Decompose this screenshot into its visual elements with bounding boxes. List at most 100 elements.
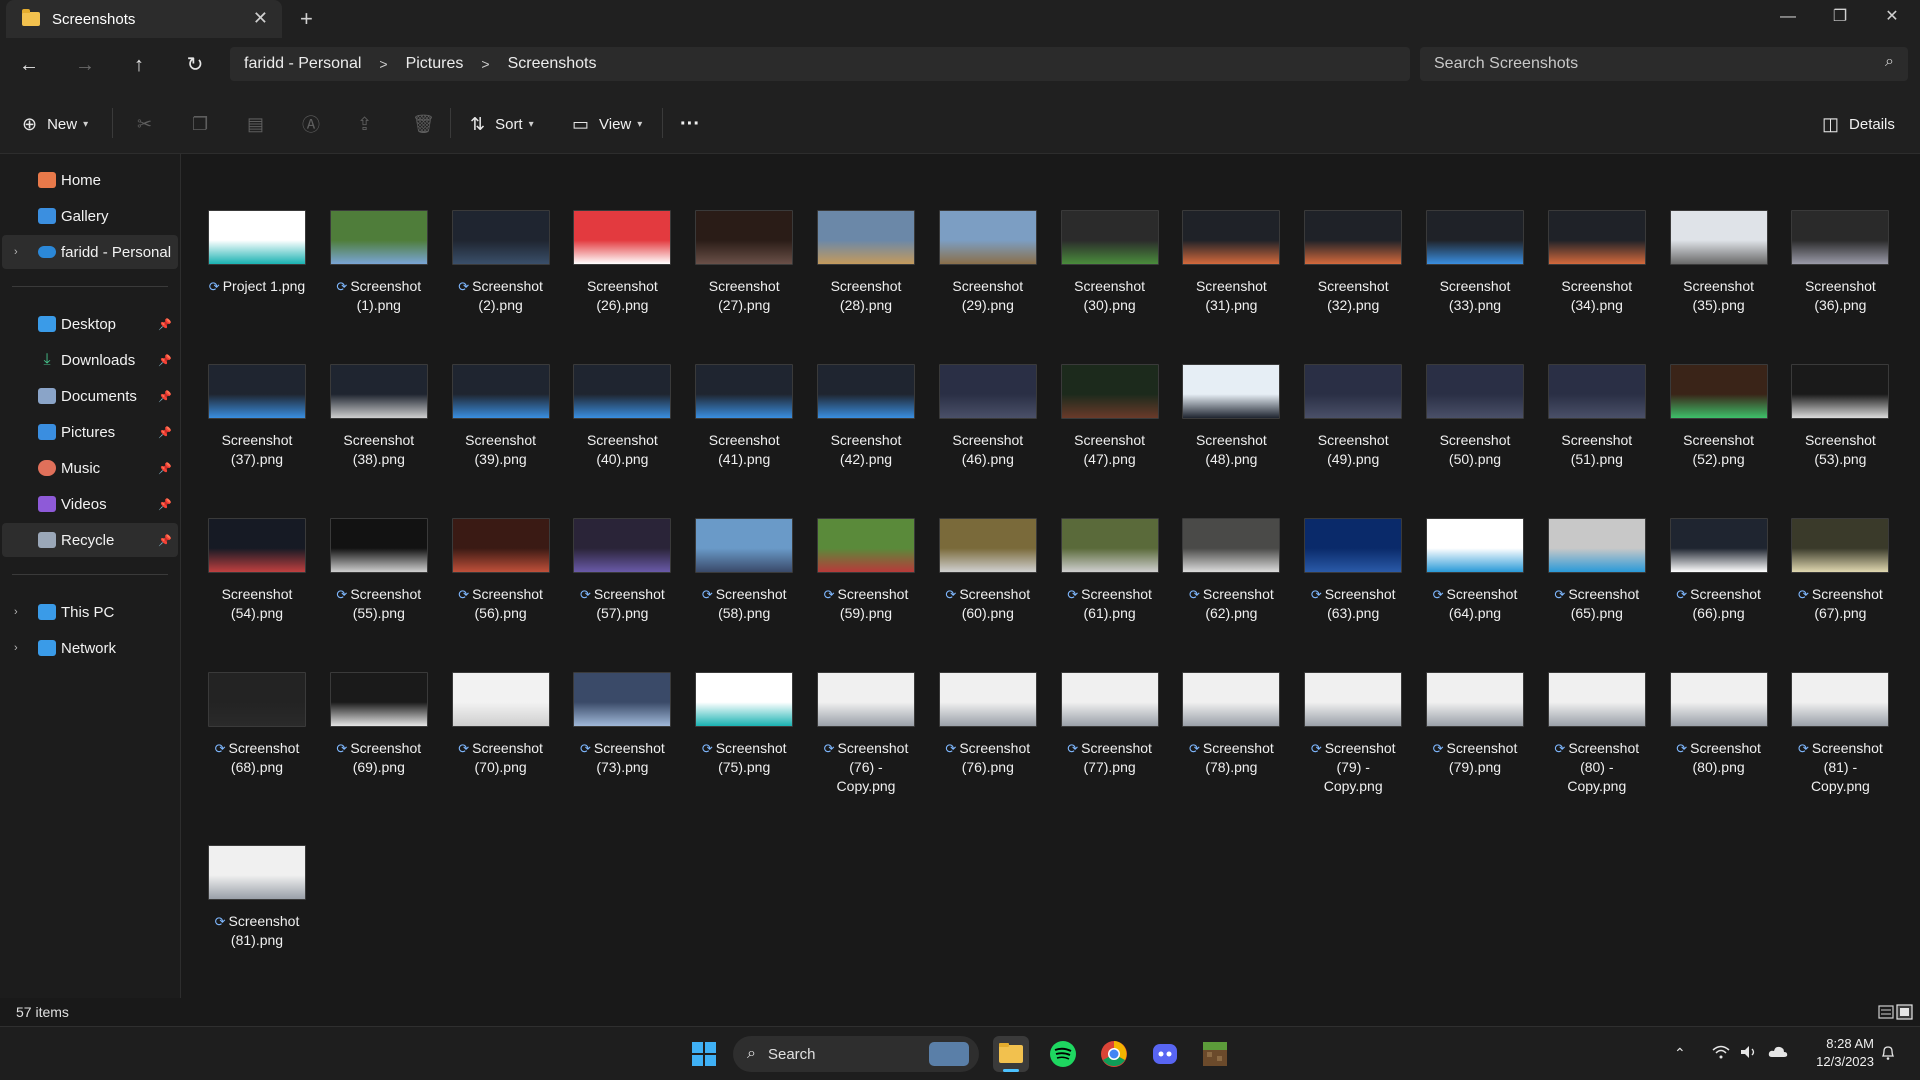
sidebar-item-downloads[interactable]: ⤓ Downloads 📌 xyxy=(2,343,178,377)
file-tile[interactable]: ⟳ Screenshot (80) - Copy.png xyxy=(1536,672,1658,796)
copy-button[interactable]: ❐ xyxy=(192,111,208,137)
chevron-right-icon[interactable]: › xyxy=(14,642,18,654)
paste-button[interactable]: ▤ xyxy=(247,111,264,137)
refresh-button[interactable]: ↻ xyxy=(180,50,210,80)
file-tile[interactable]: Screenshot (46).png xyxy=(927,364,1049,469)
breadcrumb-screenshots[interactable]: Screenshots xyxy=(508,55,597,73)
pin-icon[interactable]: 📌 xyxy=(158,426,172,439)
minecraft-icon[interactable] xyxy=(1197,1036,1233,1072)
taskbar-search[interactable]: ⌕ Search xyxy=(733,1036,979,1072)
new-tab-button[interactable]: + xyxy=(300,6,313,32)
breadcrumb-onedrive[interactable]: faridd - Personal xyxy=(244,55,361,73)
sidebar-item-home[interactable]: Home xyxy=(2,163,178,197)
file-tile[interactable]: Screenshot (34).png xyxy=(1536,210,1658,315)
file-tile[interactable]: Screenshot (40).png xyxy=(561,364,683,469)
file-tile[interactable]: Screenshot (47).png xyxy=(1049,364,1171,469)
file-tile[interactable]: Screenshot (51).png xyxy=(1536,364,1658,469)
clock[interactable]: 8:28 AM 12/3/2023 xyxy=(1804,1035,1874,1071)
file-tile[interactable]: ⟳ Screenshot (73).png xyxy=(561,672,683,777)
file-tile[interactable]: ⟳ Screenshot (61).png xyxy=(1049,518,1171,623)
tab-close-icon[interactable]: ✕ xyxy=(253,8,268,29)
file-tile[interactable]: ⟳ Screenshot (55).png xyxy=(318,518,440,623)
file-tile[interactable]: Screenshot (38).png xyxy=(318,364,440,469)
sort-button[interactable]: ⇅ Sort ▾ xyxy=(470,111,534,137)
chevron-right-icon[interactable]: › xyxy=(14,606,18,618)
file-tile[interactable]: Screenshot (31).png xyxy=(1170,210,1292,315)
file-tile[interactable]: ⟳ Screenshot (64).png xyxy=(1414,518,1536,623)
chevron-up-icon[interactable]: ⌃ xyxy=(1674,1045,1686,1062)
up-button[interactable]: ↑ xyxy=(124,50,154,80)
share-button[interactable]: ⇪ xyxy=(357,111,372,137)
chevron-right-icon[interactable]: > xyxy=(379,56,387,72)
file-tile[interactable]: ⟳ Screenshot (59).png xyxy=(805,518,927,623)
file-tile[interactable]: ⟳ Screenshot (1).png xyxy=(318,210,440,315)
file-tile[interactable]: Screenshot (52).png xyxy=(1658,364,1780,469)
sidebar-item-gallery[interactable]: Gallery xyxy=(2,199,178,233)
sidebar-item-music[interactable]: Music 📌 xyxy=(2,451,178,485)
sidebar-item-recycle[interactable]: Recycle 📌 xyxy=(2,523,178,557)
file-tile[interactable]: ⟳ Screenshot (67).png xyxy=(1779,518,1901,623)
wifi-icon[interactable] xyxy=(1712,1045,1730,1062)
file-tile[interactable]: ⟳ Screenshot (77).png xyxy=(1049,672,1171,777)
file-tile[interactable]: Screenshot (50).png xyxy=(1414,364,1536,469)
file-tile[interactable]: Screenshot (32).png xyxy=(1292,210,1414,315)
volume-icon[interactable] xyxy=(1740,1045,1758,1062)
file-tile[interactable]: ⟳ Screenshot (66).png xyxy=(1658,518,1780,623)
file-tile[interactable]: Screenshot (37).png xyxy=(196,364,318,469)
forward-button[interactable]: → xyxy=(70,50,100,80)
onedrive-tray-icon[interactable] xyxy=(1768,1045,1788,1062)
file-tile[interactable]: ⟳ Screenshot (81) - Copy.png xyxy=(1779,672,1901,796)
file-tile[interactable]: ⟳ Screenshot (62).png xyxy=(1170,518,1292,623)
file-tile[interactable]: ⟳ Screenshot (60).png xyxy=(927,518,1049,623)
sidebar-item-this-pc[interactable]: › This PC xyxy=(2,595,178,629)
cut-button[interactable]: ✂ xyxy=(137,111,152,137)
spotify-icon[interactable] xyxy=(1045,1036,1081,1072)
file-tile[interactable]: Screenshot (28).png xyxy=(805,210,927,315)
sidebar-item-pictures[interactable]: Pictures 📌 xyxy=(2,415,178,449)
address-bar[interactable]: faridd - Personal > Pictures > Screensho… xyxy=(230,47,1410,81)
file-tile[interactable]: Screenshot (35).png xyxy=(1658,210,1780,315)
file-tile[interactable]: ⟳ Screenshot (63).png xyxy=(1292,518,1414,623)
rename-button[interactable]: Ⓐ xyxy=(302,111,320,137)
file-tile[interactable]: ⟳ Screenshot (70).png xyxy=(440,672,562,777)
file-tile[interactable]: ⟳ Screenshot (69).png xyxy=(318,672,440,777)
close-window-button[interactable]: ✕ xyxy=(1866,0,1918,34)
file-tile[interactable]: Screenshot (53).png xyxy=(1779,364,1901,469)
file-tile[interactable]: Screenshot (39).png xyxy=(440,364,562,469)
sidebar-item-onedrive[interactable]: › faridd - Personal xyxy=(2,235,178,269)
file-tile[interactable]: ⟳ Screenshot (79) - Copy.png xyxy=(1292,672,1414,796)
pin-icon[interactable]: 📌 xyxy=(158,390,172,403)
sidebar-item-videos[interactable]: Videos 📌 xyxy=(2,487,178,521)
file-tile[interactable]: ⟳ Screenshot (76).png xyxy=(927,672,1049,777)
view-button[interactable]: ▭ View ▾ xyxy=(572,111,642,137)
chevron-right-icon[interactable]: > xyxy=(481,56,489,72)
file-tile[interactable]: ⟳ Screenshot (56).png xyxy=(440,518,562,623)
file-tile[interactable]: ⟳ Screenshot (78).png xyxy=(1170,672,1292,777)
chrome-icon[interactable] xyxy=(1096,1036,1132,1072)
file-tile[interactable]: Screenshot (26).png xyxy=(561,210,683,315)
file-tile[interactable]: Screenshot (27).png xyxy=(683,210,805,315)
file-tile[interactable]: Screenshot (54).png xyxy=(196,518,318,623)
file-tile[interactable]: ⟳ Screenshot (57).png xyxy=(561,518,683,623)
notification-bell-icon[interactable] xyxy=(1880,1045,1896,1064)
see-more-button[interactable]: ··· xyxy=(680,111,700,137)
file-tile[interactable]: Screenshot (48).png xyxy=(1170,364,1292,469)
minimize-button[interactable]: — xyxy=(1762,0,1814,34)
file-tile[interactable]: ⟳ Screenshot (58).png xyxy=(683,518,805,623)
file-tile[interactable]: Screenshot (30).png xyxy=(1049,210,1171,315)
view-toggle-icons[interactable] xyxy=(1878,1004,1914,1020)
file-tile[interactable]: ⟳ Screenshot (75).png xyxy=(683,672,805,777)
breadcrumb-pictures[interactable]: Pictures xyxy=(406,55,464,73)
file-tile[interactable]: ⟳ Screenshot (80).png xyxy=(1658,672,1780,777)
delete-button[interactable]: 🗑 xyxy=(412,111,435,137)
file-tile[interactable]: Screenshot (42).png xyxy=(805,364,927,469)
maximize-button[interactable]: ❐ xyxy=(1814,0,1866,34)
file-tile[interactable]: ⟳ Screenshot (76) - Copy.png xyxy=(805,672,927,796)
pin-icon[interactable]: 📌 xyxy=(158,498,172,511)
file-tile[interactable]: ⟳ Screenshot (2).png xyxy=(440,210,562,315)
back-button[interactable]: ← xyxy=(14,50,44,80)
search-input[interactable]: Search Screenshots ⌕ xyxy=(1420,47,1908,81)
details-button[interactable]: ◫ Details xyxy=(1822,111,1895,137)
file-tile[interactable]: Screenshot (33).png xyxy=(1414,210,1536,315)
file-tile[interactable]: ⟳ Screenshot (81).png xyxy=(196,845,318,950)
